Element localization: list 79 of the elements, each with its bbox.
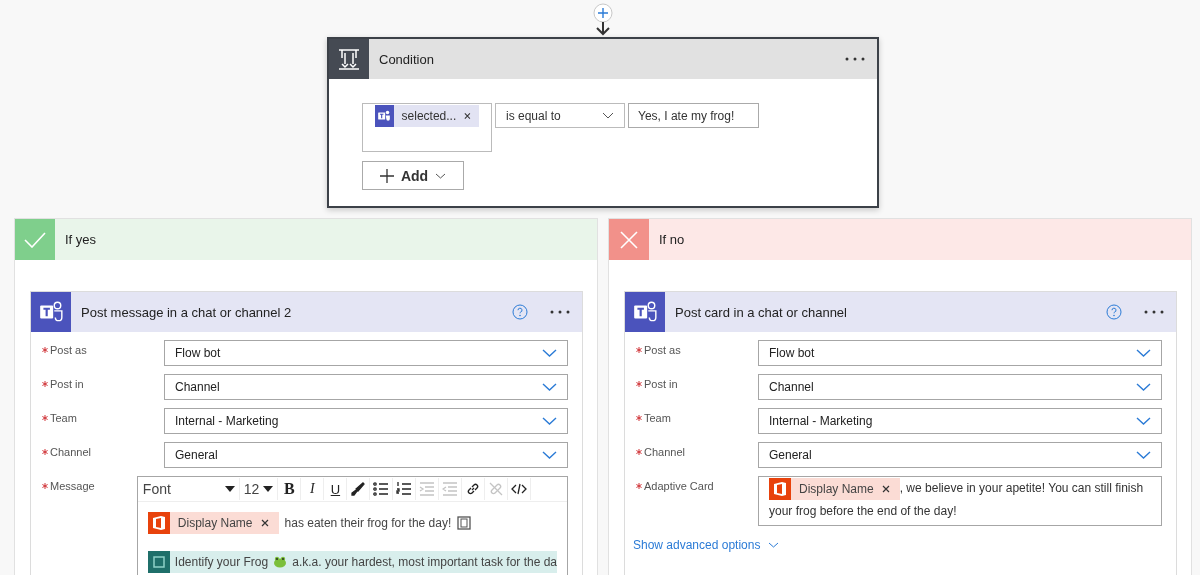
dropdown-field[interactable]: Internal - Marketing <box>758 408 1162 434</box>
dropdown-field[interactable]: Channel <box>758 374 1162 400</box>
field-label: Post as <box>644 344 681 356</box>
more-options-icon[interactable] <box>845 57 865 61</box>
dynamic-content-token[interactable]: Display Name <box>147 512 279 534</box>
card-title: Post card in a chat or channel <box>675 304 848 320</box>
field-label: Adaptive Card <box>644 480 714 492</box>
field-label: Channel <box>50 446 91 458</box>
chevron-down-icon <box>1136 417 1151 425</box>
chevron-down-icon <box>768 541 780 548</box>
chevron-down-icon <box>1136 383 1151 391</box>
numbered-list-icon <box>396 481 413 497</box>
dropdown-field[interactable]: Flow bot <box>164 340 568 366</box>
field-label: Channel <box>644 446 685 458</box>
office-icon <box>773 480 787 497</box>
condition-icon <box>338 48 360 70</box>
adaptive-card-field[interactable]: Display Name , we believe in your apetite! You can still finish your frog before the end of the day! <box>758 476 1162 526</box>
remove-icon[interactable] <box>260 519 269 527</box>
toolbar-button[interactable] <box>508 478 532 500</box>
remove-icon[interactable] <box>464 112 471 120</box>
chevron-down-icon <box>542 383 557 391</box>
help-icon[interactable] <box>1106 304 1122 320</box>
field-label: Team <box>644 412 671 424</box>
dropdown-field[interactable]: Channel <box>164 374 568 400</box>
add-button[interactable]: Add <box>362 161 464 190</box>
chevron-down-icon <box>542 451 557 459</box>
indent-icon <box>419 481 436 497</box>
outdent-icon <box>442 481 459 497</box>
chevron-down-icon <box>1136 451 1151 459</box>
dropdown-field[interactable]: Internal - Marketing <box>164 408 568 434</box>
rich-text-editor[interactable]: Font 12 B I U Display Name has eaten their frog for the day! Identify your Frog a.k.a. your hardest, most important task for the da <box>136 476 568 575</box>
field-label: Post as <box>50 344 87 356</box>
note-text: a.k.a. your hardest, most important task for the da <box>292 555 557 569</box>
toolbar-button[interactable] <box>393 478 417 500</box>
operator-dropdown[interactable]: is equal to <box>495 103 625 128</box>
message-text: has eaten their frog for the day! <box>284 516 452 530</box>
caret-icon <box>263 486 274 492</box>
dynamic-content-token[interactable]: Display Name <box>769 477 900 500</box>
branch-header: If yes <box>15 219 597 260</box>
dropdown-field[interactable]: General <box>758 442 1162 468</box>
card-title: Post message in a chat or channel 2 <box>81 304 293 320</box>
show-advanced-options-link[interactable]: Show advanced options <box>633 537 780 552</box>
film-frame-icon <box>457 516 472 530</box>
condition-operand-field[interactable]: selected... <box>362 103 492 152</box>
toolbar-button[interactable] <box>370 478 394 500</box>
chevron-down-icon <box>602 112 614 119</box>
font-dropdown[interactable]: Font <box>138 478 240 500</box>
dropdown-field[interactable]: General <box>164 442 568 468</box>
chevron-down-icon <box>435 172 447 179</box>
teams-icon <box>377 109 392 123</box>
code-icon <box>511 481 528 497</box>
field-label: Post in <box>644 378 678 390</box>
chevron-down-icon <box>542 349 557 357</box>
branch-header: If no <box>609 219 1191 260</box>
check-icon <box>24 231 46 248</box>
chevron-down-icon <box>542 417 557 425</box>
field-label: Message <box>50 480 95 492</box>
caret-icon <box>224 486 235 492</box>
bulleted-list-icon <box>373 481 390 497</box>
broken-link-icon <box>488 481 505 497</box>
card-title: Condition <box>379 51 435 67</box>
brush-icon <box>350 481 367 497</box>
add-step-button[interactable] <box>593 3 613 23</box>
dynamic-content-token[interactable]: selected... <box>375 105 479 127</box>
office-icon <box>151 515 166 531</box>
frog-icon <box>273 556 288 568</box>
connector-arrow <box>595 22 611 36</box>
value-input-field[interactable]: Yes, I ate my frog! <box>628 103 759 128</box>
plus-icon <box>379 168 394 183</box>
chevron-down-icon <box>1136 349 1151 357</box>
dropdown-field[interactable]: Flow bot <box>758 340 1162 366</box>
more-options-icon[interactable] <box>1144 310 1164 314</box>
note-text: Identify your Frog <box>174 555 269 569</box>
close-icon <box>620 230 638 249</box>
field-label: Post in <box>50 378 84 390</box>
help-icon[interactable] <box>512 304 528 320</box>
remove-icon[interactable] <box>881 484 890 493</box>
field-label: Team <box>50 412 77 424</box>
more-options-icon[interactable] <box>550 310 570 314</box>
